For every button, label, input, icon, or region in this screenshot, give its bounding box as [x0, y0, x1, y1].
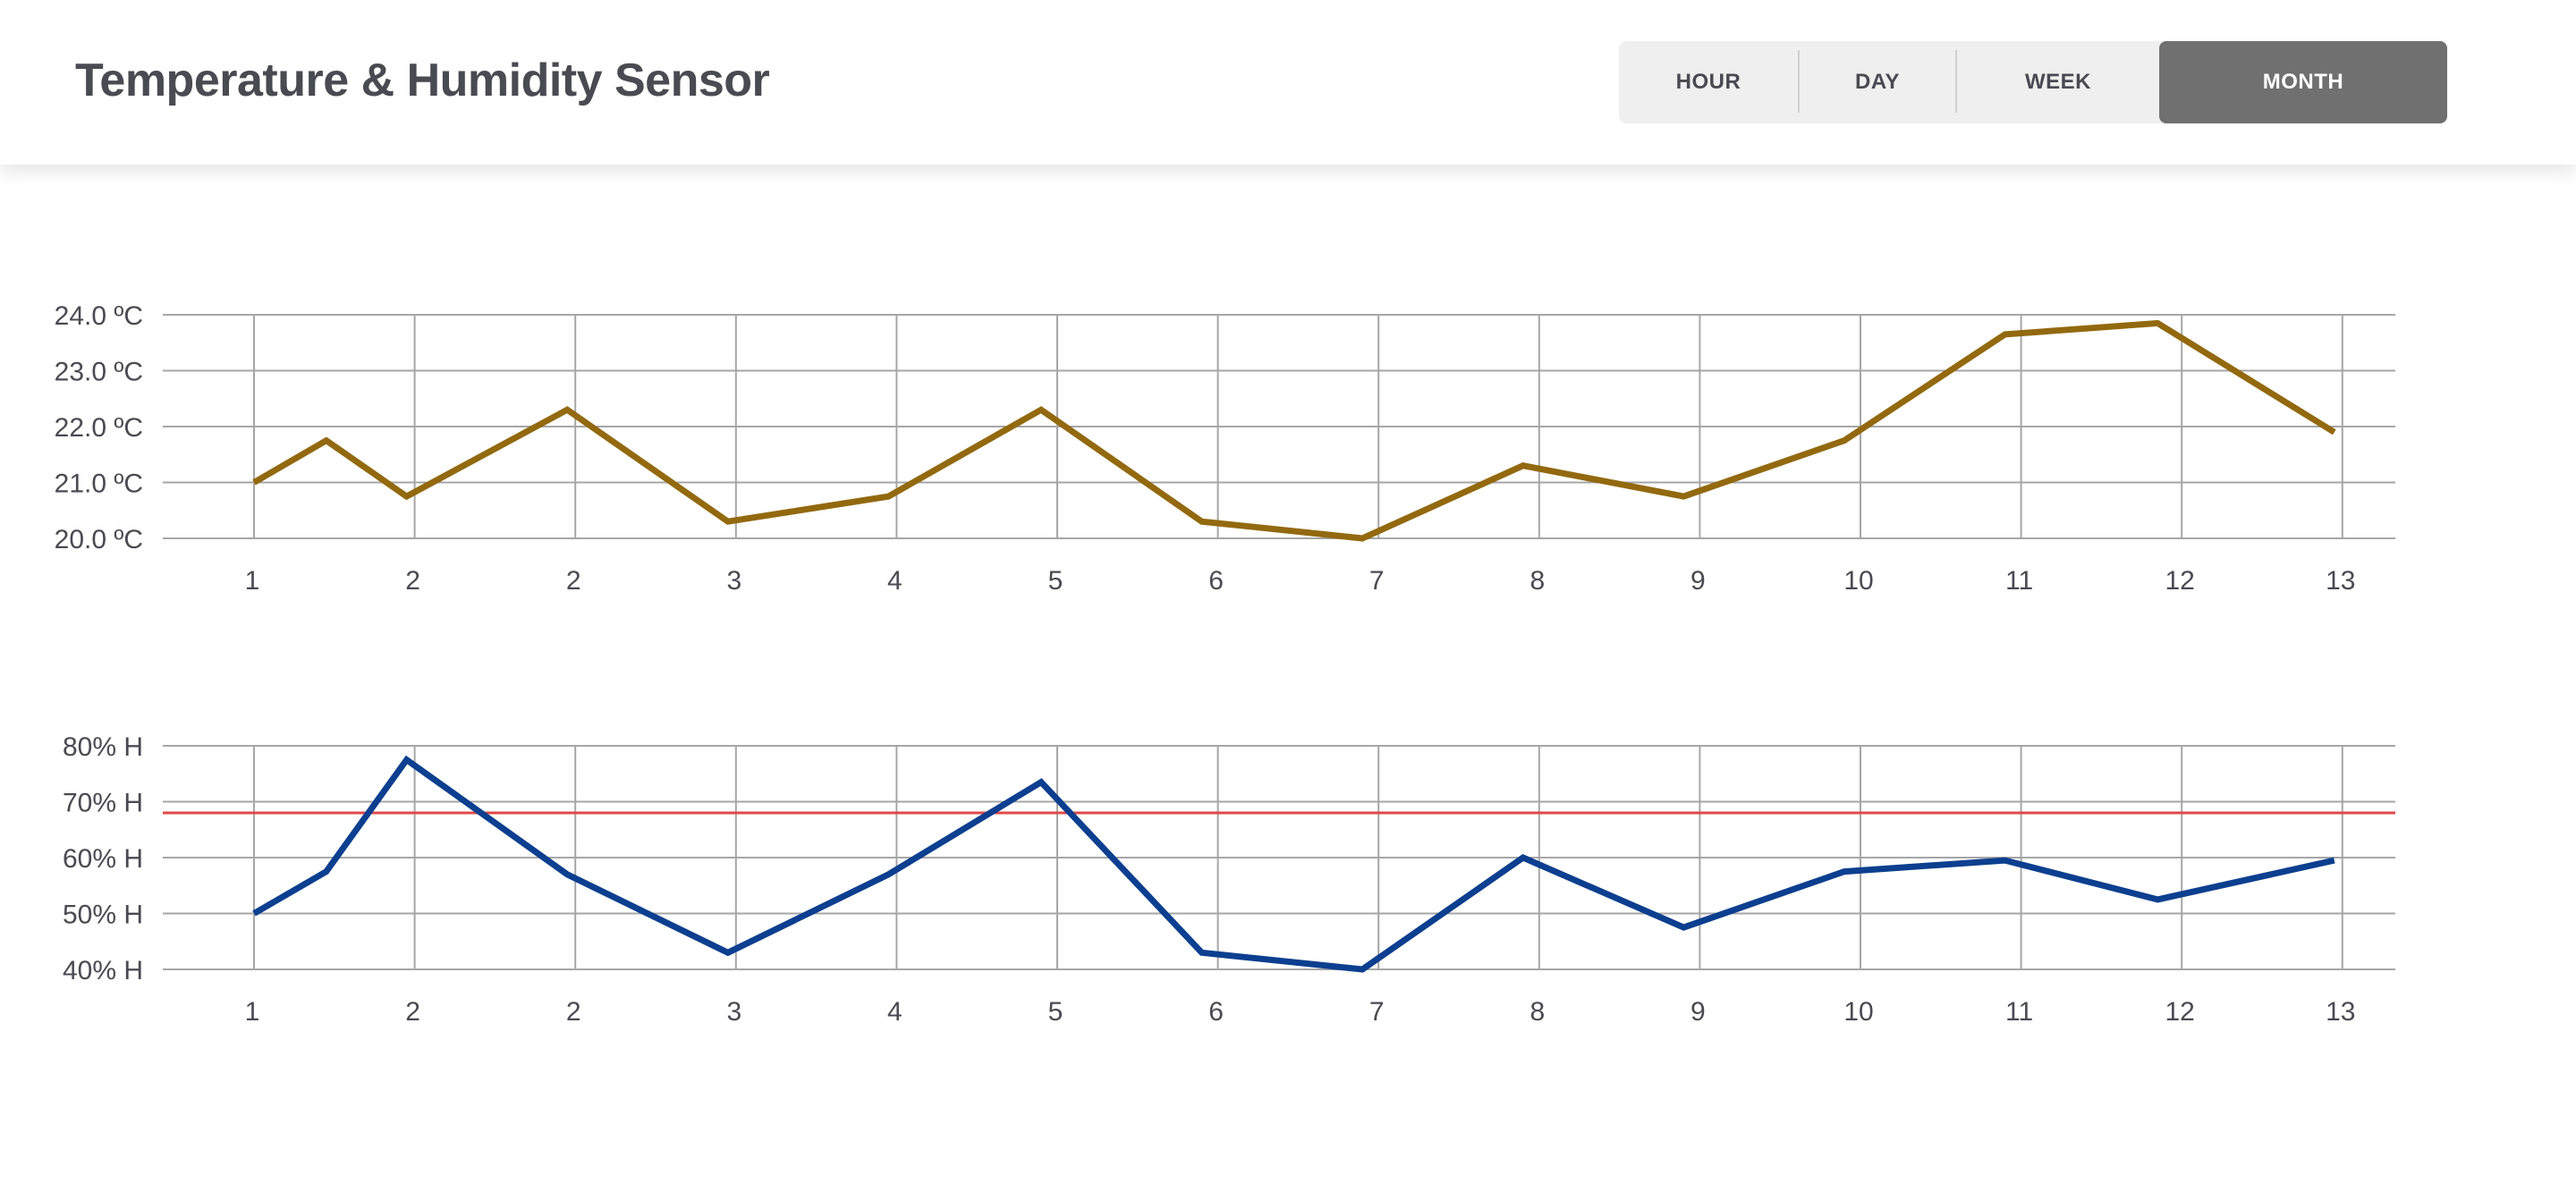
- temperature-x-tick-label: 3: [726, 566, 741, 596]
- humidity-x-tick-label: 4: [887, 997, 902, 1027]
- temperature-x-tick-label: 8: [1530, 566, 1545, 596]
- humidity-chart: 80% H 70% H 60% H 50% H 40% H 1 2 2 3 4 5 6 7 8 9 10 11 1…: [0, 717, 2576, 1039]
- range-hour-button[interactable]: HOUR: [1619, 41, 1798, 123]
- range-day-button[interactable]: DAY: [1800, 41, 1955, 123]
- humidity-x-tick-label: 6: [1208, 997, 1224, 1027]
- temperature-x-tick-label: 2: [566, 566, 581, 596]
- temperature-y-tick-label: 23.0 ºC: [55, 358, 143, 387]
- temperature-x-tick-label: 11: [2005, 566, 2033, 596]
- range-week-button[interactable]: WEEK: [1957, 41, 2159, 123]
- humidity-y-tick-label: 50% H: [63, 901, 143, 930]
- humidity-x-tick-label: 9: [1690, 997, 1706, 1027]
- humidity-x-tick-label: 10: [1843, 997, 1873, 1027]
- temperature-series-line: [252, 319, 2336, 542]
- temperature-x-tick-label: 12: [2165, 566, 2195, 596]
- humidity-x-tick-label: 13: [2326, 997, 2355, 1027]
- humidity-y-tick-label: 70% H: [63, 789, 143, 818]
- humidity-x-tick-label: 8: [1530, 997, 1545, 1027]
- temperature-x-tick-label: 7: [1369, 566, 1385, 596]
- app-header: Temperature & Humidity Sensor HOUR DAY W…: [0, 0, 2576, 165]
- temperature-x-tick-label: 9: [1690, 566, 1706, 596]
- humidity-y-tick-label: 40% H: [63, 956, 143, 985]
- humidity-x-tick-label: 7: [1369, 997, 1385, 1027]
- temperature-x-tick-label: 6: [1208, 566, 1224, 596]
- temperature-chart: 24.0 ºC 23.0 ºC 22.0 ºC 21.0 ºC 20.0 ºC 1 2 2 3 4…: [0, 286, 2576, 608]
- humidity-y-tick-label: 80% H: [63, 732, 143, 762]
- temperature-x-tick-label: 2: [405, 566, 420, 596]
- humidity-x-tick-label: 5: [1048, 997, 1063, 1027]
- temperature-y-tick-label: 20.0 ºC: [55, 525, 143, 554]
- temperature-chart-svg: 24.0 ºC23.0 ºC22.0 ºC21.0 ºC20.0 ºC1 2 2 3 4…: [55, 301, 2395, 596]
- humidity-x-tick-label: 12: [2165, 997, 2195, 1027]
- humidity-x-tick-label: 11: [2005, 997, 2033, 1027]
- humidity-x-tick-label: 1: [245, 997, 260, 1027]
- humidity-x-tick-label: 2: [566, 997, 581, 1027]
- humidity-x-tick-label: 2: [405, 997, 420, 1027]
- page-title: Temperature & Humidity Sensor: [75, 55, 770, 106]
- temperature-x-tick-label: 13: [2326, 566, 2355, 596]
- time-range-selector: HOUR DAY WEEK MONTH: [1619, 41, 2447, 123]
- range-month-button[interactable]: MONTH: [2159, 41, 2447, 123]
- temperature-y-tick-label: 24.0 ºC: [55, 301, 143, 331]
- temperature-y-tick-label: 22.0 ºC: [55, 413, 143, 443]
- temperature-x-tick-label: 1: [245, 566, 260, 596]
- temperature-y-tick-label: 21.0 ºC: [55, 469, 143, 499]
- temperature-x-tick-label: 5: [1048, 566, 1063, 596]
- humidity-chart-svg: 80% H70% H60% H50% H40% H1 2 2 3 4 5 6 7 8 9 10 11 1…: [63, 732, 2395, 1027]
- temperature-x-tick-label: 10: [1843, 566, 1873, 596]
- humidity-y-tick-label: 60% H: [63, 844, 143, 874]
- temperature-x-tick-label: 4: [887, 566, 902, 596]
- humidity-x-tick-label: 3: [726, 997, 741, 1027]
- humidity-series-line: [252, 755, 2335, 973]
